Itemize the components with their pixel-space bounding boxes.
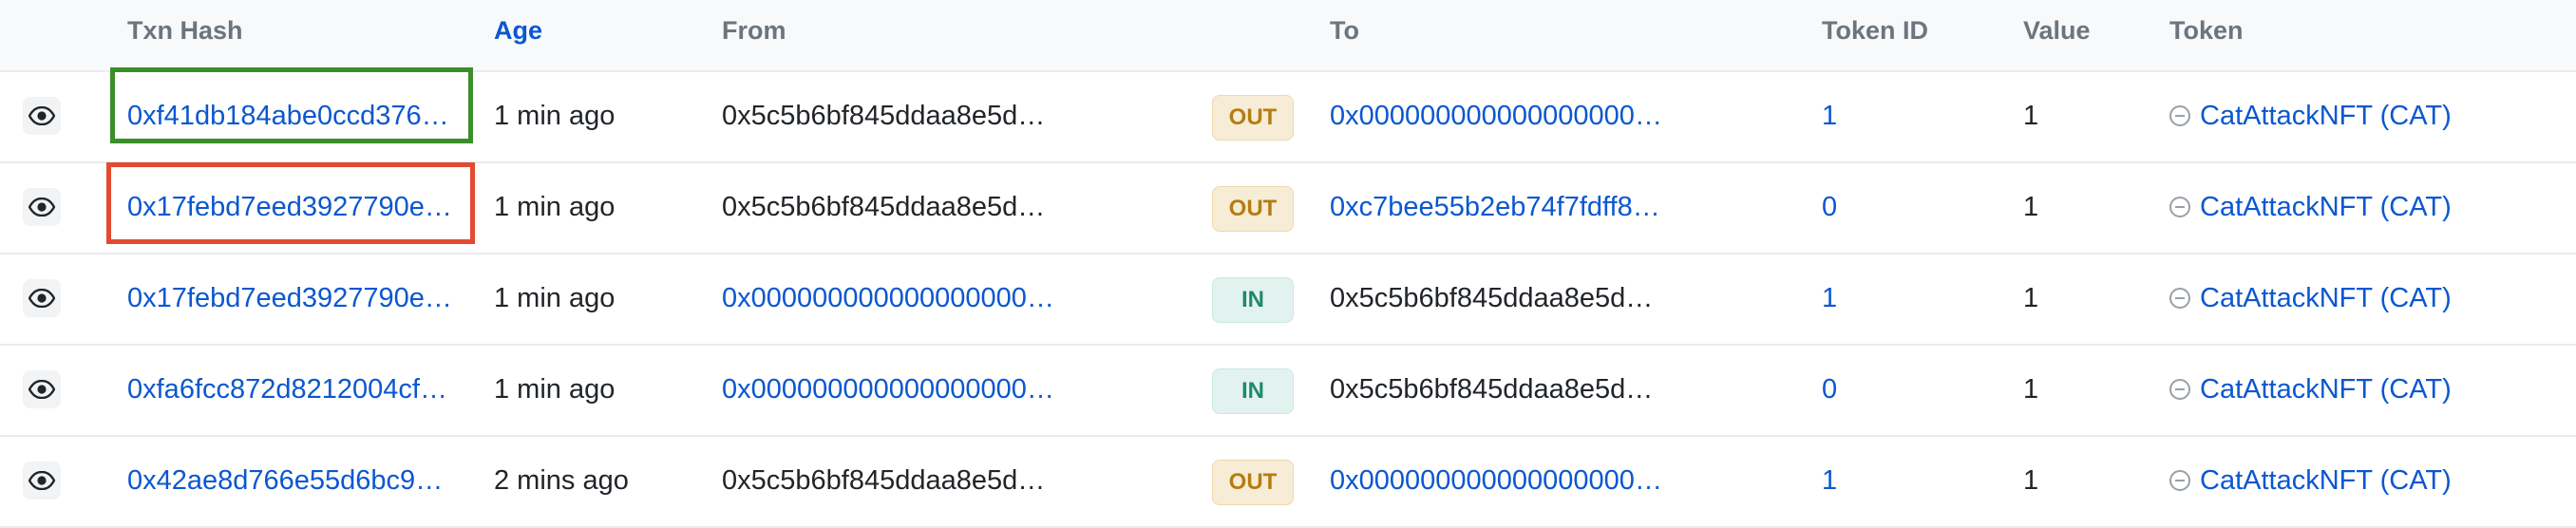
view-details-button[interactable]: [23, 279, 61, 317]
table-row: 0xfa6fcc872d8212004cf4… 1 min ago 0x000000…: [0, 344, 2576, 437]
token-id-link[interactable]: 1: [1822, 70, 1837, 161]
view-details-button[interactable]: [23, 370, 61, 408]
from-address: 0x5c5b6bf845ddaa8e5d…: [722, 192, 1046, 222]
value-text: 1: [2023, 101, 2039, 131]
column-from: From: [722, 16, 786, 45]
token-name[interactable]: CatAttackNFT (CAT): [2200, 70, 2452, 161]
column-to: To: [1330, 16, 1359, 45]
token-name[interactable]: CatAttackNFT (CAT): [2200, 253, 2452, 344]
highlight-box-red: [106, 162, 475, 244]
direction-badge: OUT: [1212, 95, 1294, 141]
highlight-box-green: [110, 67, 473, 143]
token-icon: [2169, 197, 2190, 217]
token-transfers-table: Txn Hash Age From To Token ID Value Toke…: [0, 0, 2576, 528]
token-icon: [2169, 288, 2190, 309]
direction-badge: OUT: [1212, 186, 1294, 232]
token-id-link[interactable]: 1: [1822, 435, 1837, 526]
token-name[interactable]: CatAttackNFT (CAT): [2200, 344, 2452, 435]
column-txn-hash: Txn Hash: [127, 16, 243, 45]
txn-hash-link[interactable]: 0x17febd7eed3927790e…: [127, 253, 452, 344]
direction-badge: OUT: [1212, 460, 1294, 505]
token-icon: [2169, 470, 2190, 491]
age-text: 1 min ago: [494, 374, 616, 405]
age-text: 2 mins ago: [494, 465, 629, 496]
eye-icon: [28, 380, 55, 399]
direction-badge: IN: [1212, 277, 1294, 323]
column-age-toggle[interactable]: Age: [494, 16, 542, 46]
token-name[interactable]: CatAttackNFT (CAT): [2200, 161, 2452, 253]
view-details-button[interactable]: [23, 97, 61, 135]
to-address[interactable]: 0x000000000000000000…: [1330, 70, 1662, 161]
view-details-button[interactable]: [23, 188, 61, 226]
age-text: 1 min ago: [494, 192, 616, 222]
to-address[interactable]: 0x000000000000000000…: [1330, 435, 1662, 526]
txn-hash-link[interactable]: 0xfa6fcc872d8212004cf4…: [127, 344, 455, 435]
from-address[interactable]: 0x000000000000000000…: [722, 253, 1054, 344]
view-details-button[interactable]: [23, 462, 61, 500]
txn-hash-link[interactable]: 0x42ae8d766e55d6bc94…: [127, 435, 455, 526]
token-link[interactable]: CatAttackNFT (CAT): [2169, 70, 2452, 161]
column-token: Token: [2169, 16, 2244, 45]
to-address: 0x5c5b6bf845ddaa8e5d…: [1330, 374, 1654, 405]
age-text: 1 min ago: [494, 283, 616, 313]
eye-icon: [28, 471, 55, 490]
token-icon: [2169, 105, 2190, 126]
column-value: Value: [2023, 16, 2091, 45]
eye-icon: [28, 289, 55, 308]
table-row: 0x17febd7eed3927790e… 1 min ago 0x00000000…: [0, 253, 2576, 346]
to-address: 0x5c5b6bf845ddaa8e5d…: [1330, 283, 1654, 313]
value-text: 1: [2023, 283, 2039, 313]
token-id-link[interactable]: 0: [1822, 344, 1837, 435]
token-id-link[interactable]: 1: [1822, 253, 1837, 344]
from-address[interactable]: 0x000000000000000000…: [722, 344, 1054, 435]
token-link[interactable]: CatAttackNFT (CAT): [2169, 253, 2452, 344]
value-text: 1: [2023, 374, 2039, 405]
token-icon: [2169, 379, 2190, 400]
age-text: 1 min ago: [494, 101, 616, 131]
value-text: 1: [2023, 192, 2039, 222]
direction-badge: IN: [1212, 368, 1294, 414]
table-row: 0x42ae8d766e55d6bc94… 2 mins ago 0x5c5b6bf…: [0, 435, 2576, 528]
eye-icon: [28, 198, 55, 217]
token-name[interactable]: CatAttackNFT (CAT): [2200, 435, 2452, 526]
value-text: 1: [2023, 465, 2039, 496]
token-link[interactable]: CatAttackNFT (CAT): [2169, 435, 2452, 526]
from-address: 0x5c5b6bf845ddaa8e5d…: [722, 101, 1046, 131]
token-link[interactable]: CatAttackNFT (CAT): [2169, 161, 2452, 253]
table-header: Txn Hash Age From To Token ID Value Toke…: [0, 0, 2576, 72]
to-address[interactable]: 0xc7bee55b2eb74f7fdff8…: [1330, 161, 1660, 253]
column-token-id: Token ID: [1822, 16, 1929, 45]
token-link[interactable]: CatAttackNFT (CAT): [2169, 344, 2452, 435]
eye-icon: [28, 106, 55, 125]
from-address: 0x5c5b6bf845ddaa8e5d…: [722, 465, 1046, 496]
token-id-link[interactable]: 0: [1822, 161, 1837, 253]
